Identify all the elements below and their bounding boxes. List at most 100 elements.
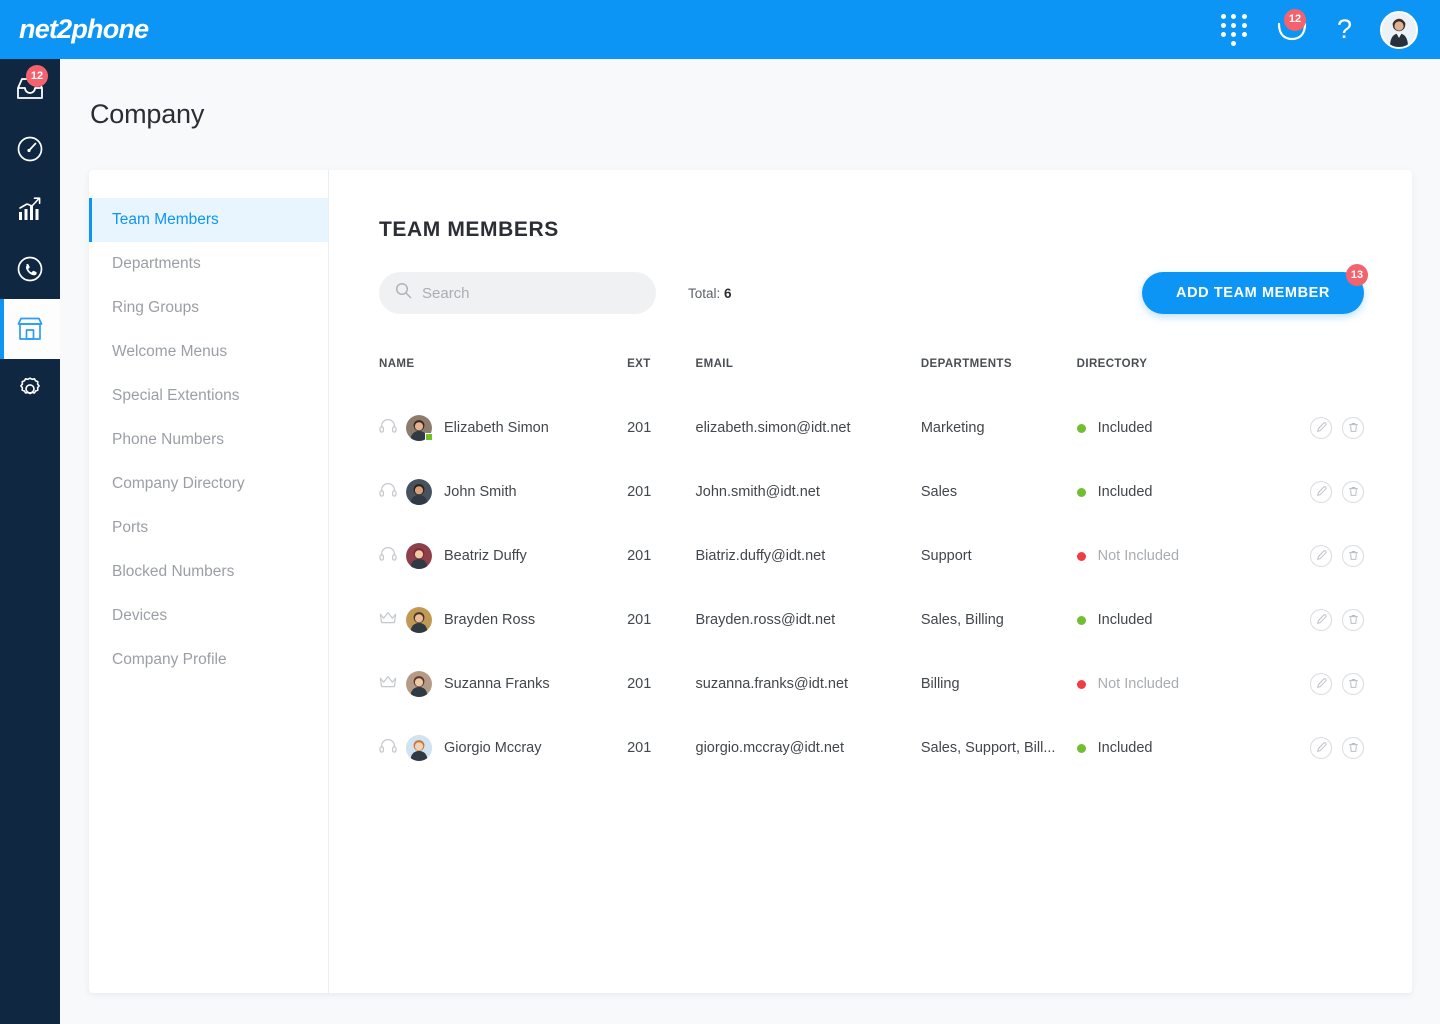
status-badge: Included [1097,420,1153,436]
add-team-member-wrap: ADD TEAM MEMBER 13 [1142,264,1368,314]
cell-departments: Marketing [920,420,985,436]
delete-icon [1348,421,1359,436]
edit-row-button[interactable] [1310,737,1332,759]
add-team-member-button[interactable]: ADD TEAM MEMBER [1142,272,1364,314]
help-button[interactable]: ? [1337,16,1352,43]
member-avatar [406,479,432,505]
sidebar-item-settings[interactable] [0,359,60,419]
messages-badge: 12 [1283,8,1306,31]
member-name: Elizabeth Simon [444,420,549,436]
avatar[interactable] [1380,10,1418,49]
cell-departments: Support [920,548,972,564]
headset-icon [379,546,397,566]
delete-row-button[interactable] [1342,737,1364,759]
table-header-row: NAME EXT EMAIL DEPARTMENTS DIRECTORY [379,358,1364,396]
edit-icon [1316,421,1327,436]
messages-button[interactable]: 12 [1275,8,1309,43]
delete-row-button[interactable] [1342,545,1364,567]
status-dot [1076,743,1086,753]
dialpad-button[interactable] [1220,13,1247,46]
table-row[interactable]: Elizabeth Simon 201 elizabeth.simon@idt.ne… [379,396,1364,460]
table-row[interactable]: John Smith 201 John.smith@idt.net Sales Incl… [379,460,1364,524]
edit-row-button[interactable] [1310,481,1332,503]
status-badge: Included [1097,740,1153,756]
status-dot [1076,679,1086,689]
member-name: Brayden Ross [444,612,536,628]
nav-item-departments[interactable]: Departments [89,242,328,286]
column-header-ext: EXT [627,358,651,370]
cell-actions [1267,396,1364,460]
edit-row-button[interactable] [1310,417,1332,439]
sidebar-item-inbox[interactable]: 12 [0,59,60,119]
edit-row-button[interactable] [1310,673,1332,695]
nav-item-special-extentions[interactable]: Special Extentions [89,374,328,418]
search-field[interactable] [379,272,656,314]
cell-departments: Sales, Support, Bill... [920,740,1056,756]
cell-directory: Not Included [1076,652,1268,716]
cell-directory: Included [1076,396,1268,460]
cell-ext: 201 [627,420,652,436]
nav-item-devices[interactable]: Devices [89,594,328,638]
table-row[interactable]: Beatriz Duffy 201 Biatriz.duffy@idt.net Sup… [379,524,1364,588]
cell-name: John Smith [379,460,627,524]
cell-departments: Billing [920,676,960,692]
sidebar-item-calls[interactable] [0,239,60,299]
status-dot [1076,615,1086,625]
status-dot [1076,487,1086,497]
cell-ext: 201 [627,740,652,756]
nav-item-ports[interactable]: Ports [89,506,328,550]
status-badge: Included [1097,612,1153,628]
delete-row-button[interactable] [1342,481,1364,503]
headset-icon [379,738,397,758]
cell-email: John.smith@idt.net [695,484,820,500]
edit-row-button[interactable] [1310,609,1332,631]
cell-directory: Included [1076,716,1268,780]
nav-item-phone-numbers[interactable]: Phone Numbers [89,418,328,462]
delete-row-button[interactable] [1342,673,1364,695]
delete-icon [1348,613,1359,628]
inbox-badge: 12 [26,65,48,87]
delete-icon [1348,485,1359,500]
delete-row-button[interactable] [1342,417,1364,439]
company-nav: Team Members Departments Ring Groups Wel… [89,170,329,993]
cell-name: Elizabeth Simon [379,396,627,460]
nav-item-blocked-numbers[interactable]: Blocked Numbers [89,550,328,594]
nav-item-welcome-menus[interactable]: Welcome Menus [89,330,328,374]
headset-icon [379,482,397,502]
search-input[interactable] [422,284,640,302]
delete-row-button[interactable] [1342,609,1364,631]
nav-item-team-members[interactable]: Team Members [89,198,328,242]
cell-name: Suzanna Franks [379,652,627,716]
cell-name: Beatriz Duffy [379,524,627,588]
store-icon [15,315,45,343]
panel-toolbar: Total: 6 ADD TEAM MEMBER 13 [379,264,1368,314]
cell-directory: Not Included [1076,524,1268,588]
table-row[interactable]: Suzanna Franks 201 suzanna.franks@idt.net B… [379,652,1364,716]
cell-actions [1267,652,1364,716]
cell-ext: 201 [627,612,652,628]
delete-icon [1348,677,1359,692]
edit-icon [1316,677,1327,692]
total-value: 6 [724,285,732,301]
table-row[interactable]: Brayden Ross 201 Brayden.ross@idt.net Sales… [379,588,1364,652]
sidebar-item-company[interactable] [0,299,60,359]
cell-directory: Included [1076,460,1268,524]
left-rail: 12 [0,59,60,1024]
nav-item-company-profile[interactable]: Company Profile [89,638,328,682]
top-bar: net2phone 12 ? [0,0,1440,59]
company-card: Team Members Departments Ring Groups Wel… [89,170,1412,993]
member-name: Beatriz Duffy [444,548,527,564]
nav-item-ring-groups[interactable]: Ring Groups [89,286,328,330]
edit-row-button[interactable] [1310,545,1332,567]
cell-departments: Sales, Billing [920,612,1004,628]
sidebar-item-dashboard[interactable] [0,119,60,179]
panel-heading: TEAM MEMBERS [379,218,559,241]
page-title: Company [90,99,205,129]
edit-icon [1316,613,1327,628]
sidebar-item-analytics[interactable] [0,179,60,239]
edit-icon [1316,549,1327,564]
nav-item-company-directory[interactable]: Company Directory [89,462,328,506]
brand-logo[interactable]: net2phone [19,14,149,45]
member-avatar [406,607,432,633]
table-row[interactable]: Giorgio Mccray 201 giorgio.mccray@idt.net S… [379,716,1364,780]
